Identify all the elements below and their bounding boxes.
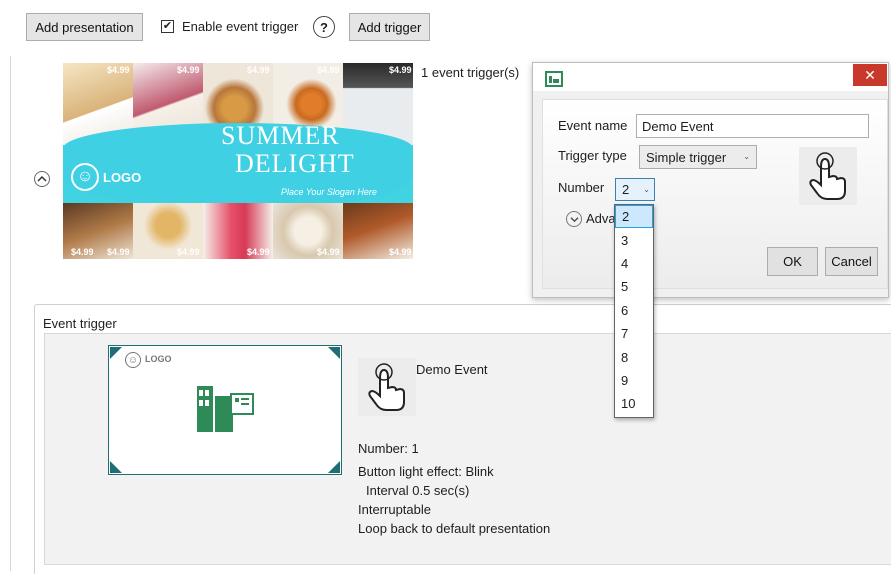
trigger-type-select[interactable]: Simple trigger ⌄ — [639, 145, 757, 169]
event-trigger-dialog: ✕ Event name Demo Event Trigger type Sim… — [532, 62, 889, 298]
checkmark-icon: ✔ — [162, 20, 173, 32]
advanced-label[interactable]: Adva — [586, 211, 616, 226]
enable-event-trigger-label[interactable]: Enable event trigger — [182, 19, 298, 34]
dialog-titlebar — [533, 63, 888, 91]
number-option[interactable]: 5 — [615, 275, 653, 298]
corner-handle-icon — [110, 347, 122, 359]
help-icon[interactable]: ? — [313, 16, 335, 38]
trigger-interval: Interval 0.5 sec(s) — [366, 483, 470, 498]
trigger-event-name: Demo Event — [416, 362, 488, 377]
number-option[interactable]: 6 — [615, 299, 653, 322]
corner-handle-icon — [328, 461, 340, 473]
trigger-preview[interactable]: ☺ LOGO — [108, 345, 342, 475]
cancel-button[interactable]: Cancel — [825, 247, 878, 276]
corner-handle-icon — [328, 347, 340, 359]
number-dropdown-list: 2 3 4 5 6 7 8 9 10 — [614, 204, 654, 418]
price-label: $4.99 — [389, 65, 412, 75]
event-trigger-group-title: Event trigger — [43, 316, 117, 331]
event-name-field[interactable]: Demo Event — [636, 114, 869, 138]
number-option[interactable]: 7 — [615, 322, 653, 345]
banner-slogan: Place Your Slogan Here — [281, 187, 377, 197]
ok-button[interactable]: OK — [767, 247, 818, 276]
chevron-down-icon: ⌄ — [643, 185, 650, 194]
number-option[interactable]: 2 — [615, 205, 653, 229]
chevron-down-icon: ⌄ — [743, 152, 750, 161]
price-label: $4.99 — [389, 247, 412, 257]
hand-pointer-icon — [799, 147, 857, 205]
hand-pointer-icon — [358, 358, 416, 416]
event-name-label: Event name — [558, 118, 628, 133]
number-option[interactable]: 10 — [615, 392, 653, 415]
banner-logo-text: LOGO — [103, 170, 142, 185]
number-option[interactable]: 8 — [615, 345, 653, 368]
close-button[interactable]: ✕ — [853, 64, 887, 86]
number-label: Number — [558, 180, 605, 195]
price-label: $4.99 — [107, 65, 130, 75]
collapse-icon[interactable] — [34, 171, 50, 187]
price-label: $4.99 — [177, 247, 200, 257]
enable-event-trigger-checkbox[interactable]: ✔ — [161, 20, 174, 33]
add-trigger-button[interactable]: Add trigger — [349, 13, 430, 41]
trigger-type-value: Simple trigger — [646, 149, 727, 165]
number-select[interactable]: 2 ⌄ — [615, 178, 655, 201]
app-icon — [545, 71, 563, 87]
number-option[interactable]: 4 — [615, 252, 653, 275]
number-option[interactable]: 9 — [615, 369, 653, 392]
add-presentation-button[interactable]: Add presentation — [26, 13, 143, 41]
trigger-loop-back: Loop back to default presentation — [358, 521, 551, 536]
smiley-logo-icon: ☺ — [71, 163, 99, 191]
price-label: $4.99 — [107, 247, 130, 257]
content-border — [10, 56, 11, 571]
preview-logo-text: LOGO — [145, 354, 172, 364]
smiley-logo-icon: ☺ — [125, 352, 141, 368]
price-label: $4.99 — [71, 247, 94, 257]
banner-title-line1: SUMMER — [221, 121, 340, 150]
trigger-number: Number: 1 — [358, 441, 419, 456]
trigger-light-effect: Button light effect: Blink — [358, 464, 494, 479]
signage-app-icon — [197, 386, 254, 432]
number-value: 2 — [622, 182, 630, 197]
price-label: $4.99 — [177, 65, 200, 75]
price-label: $4.99 — [317, 65, 340, 75]
expand-advanced-icon[interactable] — [566, 211, 582, 227]
number-option[interactable]: 3 — [615, 228, 653, 251]
trigger-interruptable: Interruptable — [358, 502, 431, 517]
price-label: $4.99 — [317, 247, 340, 257]
event-trigger-count: 1 event trigger(s) — [421, 65, 520, 80]
corner-handle-icon — [110, 461, 122, 473]
trigger-type-label: Trigger type — [558, 148, 627, 163]
price-label: $4.99 — [247, 247, 270, 257]
price-label: $4.99 — [247, 65, 270, 75]
presentation-thumbnail[interactable]: SUMMER DELIGHT ☺ LOGO Place Your Slogan … — [63, 63, 413, 259]
banner-title-line2: DELIGHT — [235, 149, 355, 178]
